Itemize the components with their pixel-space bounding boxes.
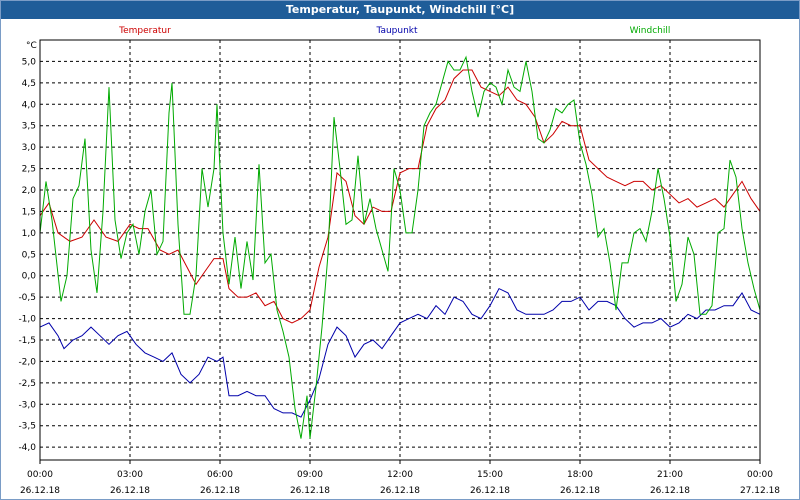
x-tick-date: 26.12.18 [650,486,690,496]
x-tick-time: 12:00 [387,470,413,480]
y-tick-label: 4,0 [22,100,37,110]
y-unit-label: °C [26,41,37,51]
legend-temperatur: Temperatur [118,26,171,36]
y-tick-label: -3,0 [18,400,36,410]
x-tick-time: 21:00 [657,470,683,480]
legend: Temperatur Taupunkt Windchill [118,26,670,36]
y-tick-label: 4,5 [22,79,36,89]
x-axis: 00:00 26.12.18 03:00 26.12.18 06:00 26.12.18 0… [20,460,780,496]
y-tick-label: -1,5 [18,336,36,346]
x-tick-time: 00:00 [27,470,53,480]
x-tick-time: 00:00 [747,470,773,480]
x-tick-date: 26.12.18 [110,486,150,496]
y-tick-label: -0,5 [18,293,36,303]
y-tick-label: -1,0 [18,315,36,325]
y-tick-label: -3,5 [18,422,36,432]
x-tick-time: 09:00 [297,470,323,480]
x-tick-date: 26.12.18 [290,486,330,496]
y-axis: 5,0 4,5 4,0 3,5 3,0 2,5 2,0 1,5 1,0 0,5 0,0 -0,5 -1,… [18,57,36,453]
x-tick-date: 26.12.18 [470,486,510,496]
y-tick-label: 1,0 [22,229,37,239]
y-tick-label: 3,0 [22,143,37,153]
x-tick-date: 26.12.18 [20,486,60,496]
y-tick-label: 3,5 [22,122,36,132]
x-tick-time: 18:00 [567,470,593,480]
y-tick-label: -2,0 [18,357,36,367]
y-tick-label: -4,0 [18,443,36,453]
legend-taupunkt: Taupunkt [375,26,418,36]
x-tick-time: 06:00 [207,470,233,480]
y-tick-label: 1,5 [22,207,36,217]
y-tick-label: 0,0 [22,272,37,282]
x-tick-date: 26.12.18 [560,486,600,496]
line-chart: 5,0 4,5 4,0 3,5 3,0 2,5 2,0 1,5 1,0 0,5 0,0 -0,5 -1,… [18,26,780,496]
y-tick-label: 0,5 [22,250,36,260]
y-tick-label: 2,0 [22,186,37,196]
x-tick-date: 27.12.18 [740,486,780,496]
y-tick-label: 2,5 [22,165,36,175]
x-tick-time: 15:00 [477,470,503,480]
y-tick-label: -2,5 [18,379,36,389]
x-tick-date: 26.12.18 [200,486,240,496]
legend-windchill: Windchill [630,26,671,36]
x-tick-time: 03:00 [117,470,143,480]
y-tick-label: 5,0 [22,57,37,67]
x-tick-date: 26.12.18 [380,486,420,496]
grid [39,40,761,460]
